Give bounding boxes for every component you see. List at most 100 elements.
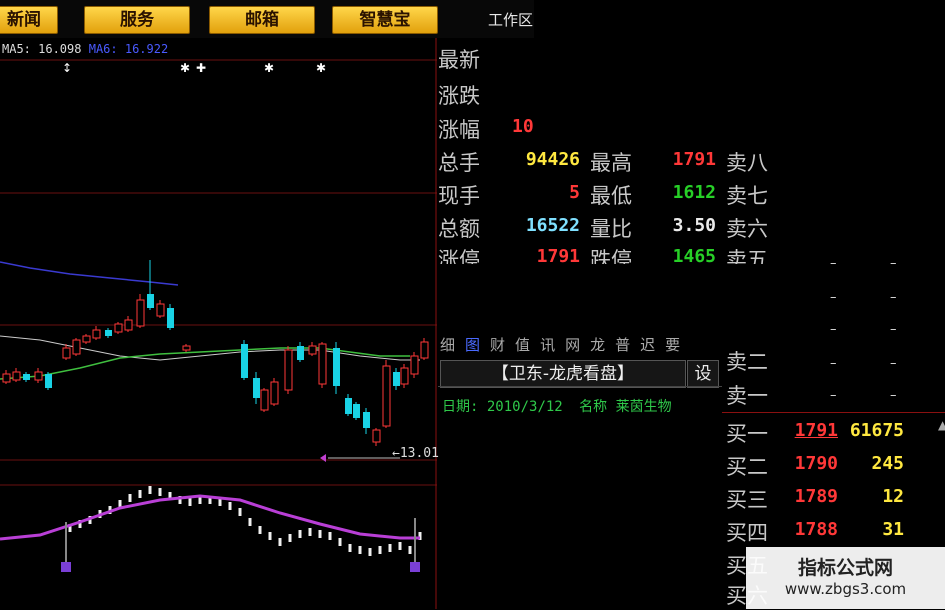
buy-3-volume: 12 — [882, 486, 904, 507]
info-tab[interactable]: 值 — [515, 334, 530, 352]
candle-body — [92, 329, 101, 339]
quote-value-limit-up: 1791 — [536, 246, 580, 264]
kline-chart[interactable]: ↕ ✱ ✚ ✱ ✱ — [0, 38, 437, 609]
dash: – — [890, 388, 897, 403]
quote-value-limit-down: 1465 — [672, 246, 716, 264]
dash: – — [890, 256, 897, 271]
candle-body — [382, 365, 391, 427]
quote-value-low: 1612 — [672, 182, 716, 203]
quote-label-vol-ratio: 量比 — [590, 217, 632, 241]
svg-text:✚: ✚ — [196, 61, 206, 75]
candle-body — [345, 398, 352, 414]
date-label: 日期: — [442, 399, 479, 415]
news-button[interactable]: 新闻 — [0, 6, 58, 34]
candle-body — [45, 374, 52, 388]
watermark-url: www.zbgs3.com — [784, 580, 907, 598]
info-tab[interactable]: 普 — [615, 334, 630, 352]
quote-value-total-vol: 94426 — [525, 149, 580, 170]
mail-button[interactable]: 邮箱 — [209, 6, 315, 34]
svg-text:✱: ✱ — [264, 61, 274, 75]
candle-body — [136, 299, 145, 327]
candle-body — [318, 343, 327, 385]
top-toolbar: 新闻 服务 邮箱 智慧宝 工作区 — [0, 0, 534, 38]
candle-body — [182, 345, 191, 351]
indicator-ma6: MA6: 16.922 — [88, 42, 169, 56]
quote-value-vol-ratio: 3.50 — [672, 215, 716, 236]
oscillator-spikes — [65, 518, 416, 572]
divider — [438, 386, 722, 387]
info-tab[interactable]: 讯 — [540, 334, 555, 352]
quote-label-high: 最高 — [590, 151, 632, 175]
quote-value-amount: 16522 — [525, 215, 580, 236]
buy-3-label: 买三 — [726, 488, 768, 512]
candle-body — [284, 349, 293, 391]
service-button[interactable]: 服务 — [84, 6, 190, 34]
candle-body — [34, 371, 43, 381]
low-marker — [320, 454, 326, 462]
buy-4-volume: 31 — [882, 519, 904, 540]
info-tab[interactable]: 要 — [665, 334, 680, 352]
limit-row-clip: 涨停 1791 跌停 1465 — [438, 244, 722, 264]
info-tab[interactable]: 网 — [565, 334, 580, 352]
info-tab[interactable]: 迟 — [640, 334, 655, 352]
indicator-values: MA5: 16.098 MA6: 16.922 — [2, 42, 168, 56]
sell-5-clip: 卖五 — [726, 244, 776, 264]
chart-grid — [0, 59, 437, 486]
sell-8-label: 卖八 — [726, 151, 768, 175]
candle-body — [2, 373, 11, 383]
workarea-menu[interactable]: 工作区 — [488, 9, 533, 30]
candle-body — [12, 371, 21, 381]
watermark: 指标公式网 www.zbgs3.com — [746, 547, 945, 609]
dash: – — [830, 388, 837, 403]
candle-body — [270, 381, 279, 405]
candle-body — [147, 294, 154, 308]
candle-body — [62, 347, 71, 359]
dash: – — [890, 290, 897, 305]
candle-body — [410, 355, 419, 375]
info-tab[interactable]: 龙 — [590, 334, 605, 352]
quote-value-high: 1791 — [672, 149, 716, 170]
zhihuibao-button[interactable]: 智慧宝 — [332, 6, 438, 34]
candle-body — [363, 412, 370, 428]
candle-body — [353, 404, 360, 418]
sell-6-label: 卖六 — [726, 217, 768, 241]
candle-body — [260, 389, 269, 411]
orderbook-divider — [722, 412, 945, 413]
sell-7-label: 卖七 — [726, 184, 768, 208]
buy-4-label: 买四 — [726, 521, 768, 545]
candle-body — [308, 345, 317, 355]
candle-body — [420, 341, 429, 359]
svg-text:✱: ✱ — [316, 61, 326, 75]
candle-body — [253, 378, 260, 398]
buy-2-label: 买二 — [726, 455, 768, 479]
dash: – — [830, 356, 837, 371]
candle-body — [72, 339, 81, 355]
quote-label-pct: 涨幅 — [438, 118, 480, 142]
quote-label-limit-up: 涨停 — [438, 248, 480, 264]
candle-body — [167, 308, 174, 328]
longhu-title-bar[interactable]: 【卫东-龙虎看盘】 — [440, 360, 686, 388]
quote-label-low: 最低 — [590, 184, 632, 208]
candle-body — [105, 330, 112, 336]
signal-markers: ↕ ✱ ✚ ✱ ✱ — [62, 61, 326, 75]
settings-button[interactable]: 设 — [687, 360, 719, 388]
candle-body — [82, 335, 91, 343]
info-tab[interactable]: 图 — [465, 334, 480, 352]
candle-body — [393, 372, 400, 386]
quote-label-total-vol: 总手 — [438, 151, 480, 175]
info-tab[interactable]: 财 — [490, 334, 505, 352]
info-tab[interactable]: 细 — [440, 334, 455, 352]
sell-2-label: 卖二 — [726, 350, 768, 374]
dash: – — [830, 256, 837, 271]
scroll-arrow-icon[interactable]: ▲ — [938, 418, 945, 432]
candle-body — [297, 346, 304, 360]
quote-label-amount: 总额 — [438, 217, 480, 241]
quote-label-limit-down: 跌停 — [590, 248, 632, 264]
candle-body — [333, 348, 340, 386]
candle-body — [114, 323, 123, 333]
low-price-label: ←13.01 — [392, 446, 439, 461]
info-tabs: 细图财值讯网龙普迟要 — [440, 334, 716, 352]
buy-1-volume: 61675 — [849, 420, 904, 441]
dash: – — [890, 322, 897, 337]
buy-1-label: 买一 — [726, 422, 768, 446]
